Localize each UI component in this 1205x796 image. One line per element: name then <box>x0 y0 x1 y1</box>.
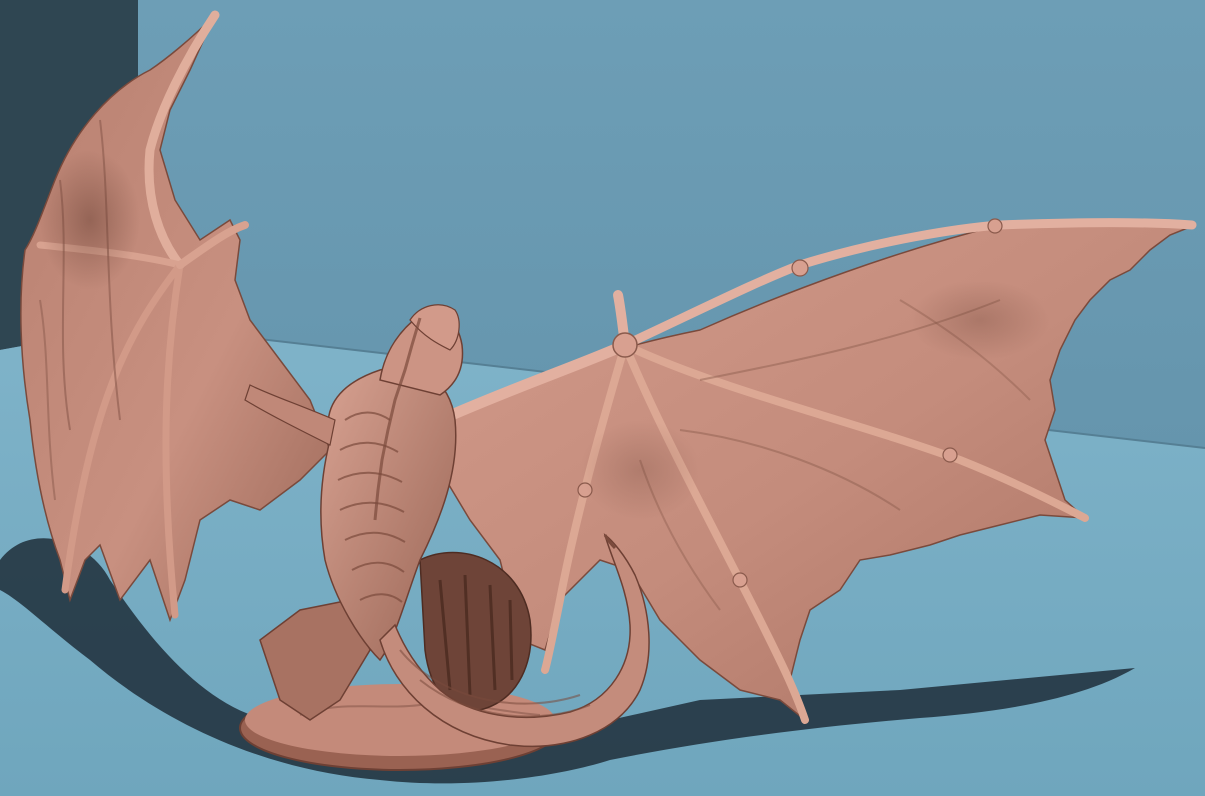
render-canvas <box>0 0 1205 796</box>
viewport-3d[interactable] <box>0 0 1205 796</box>
